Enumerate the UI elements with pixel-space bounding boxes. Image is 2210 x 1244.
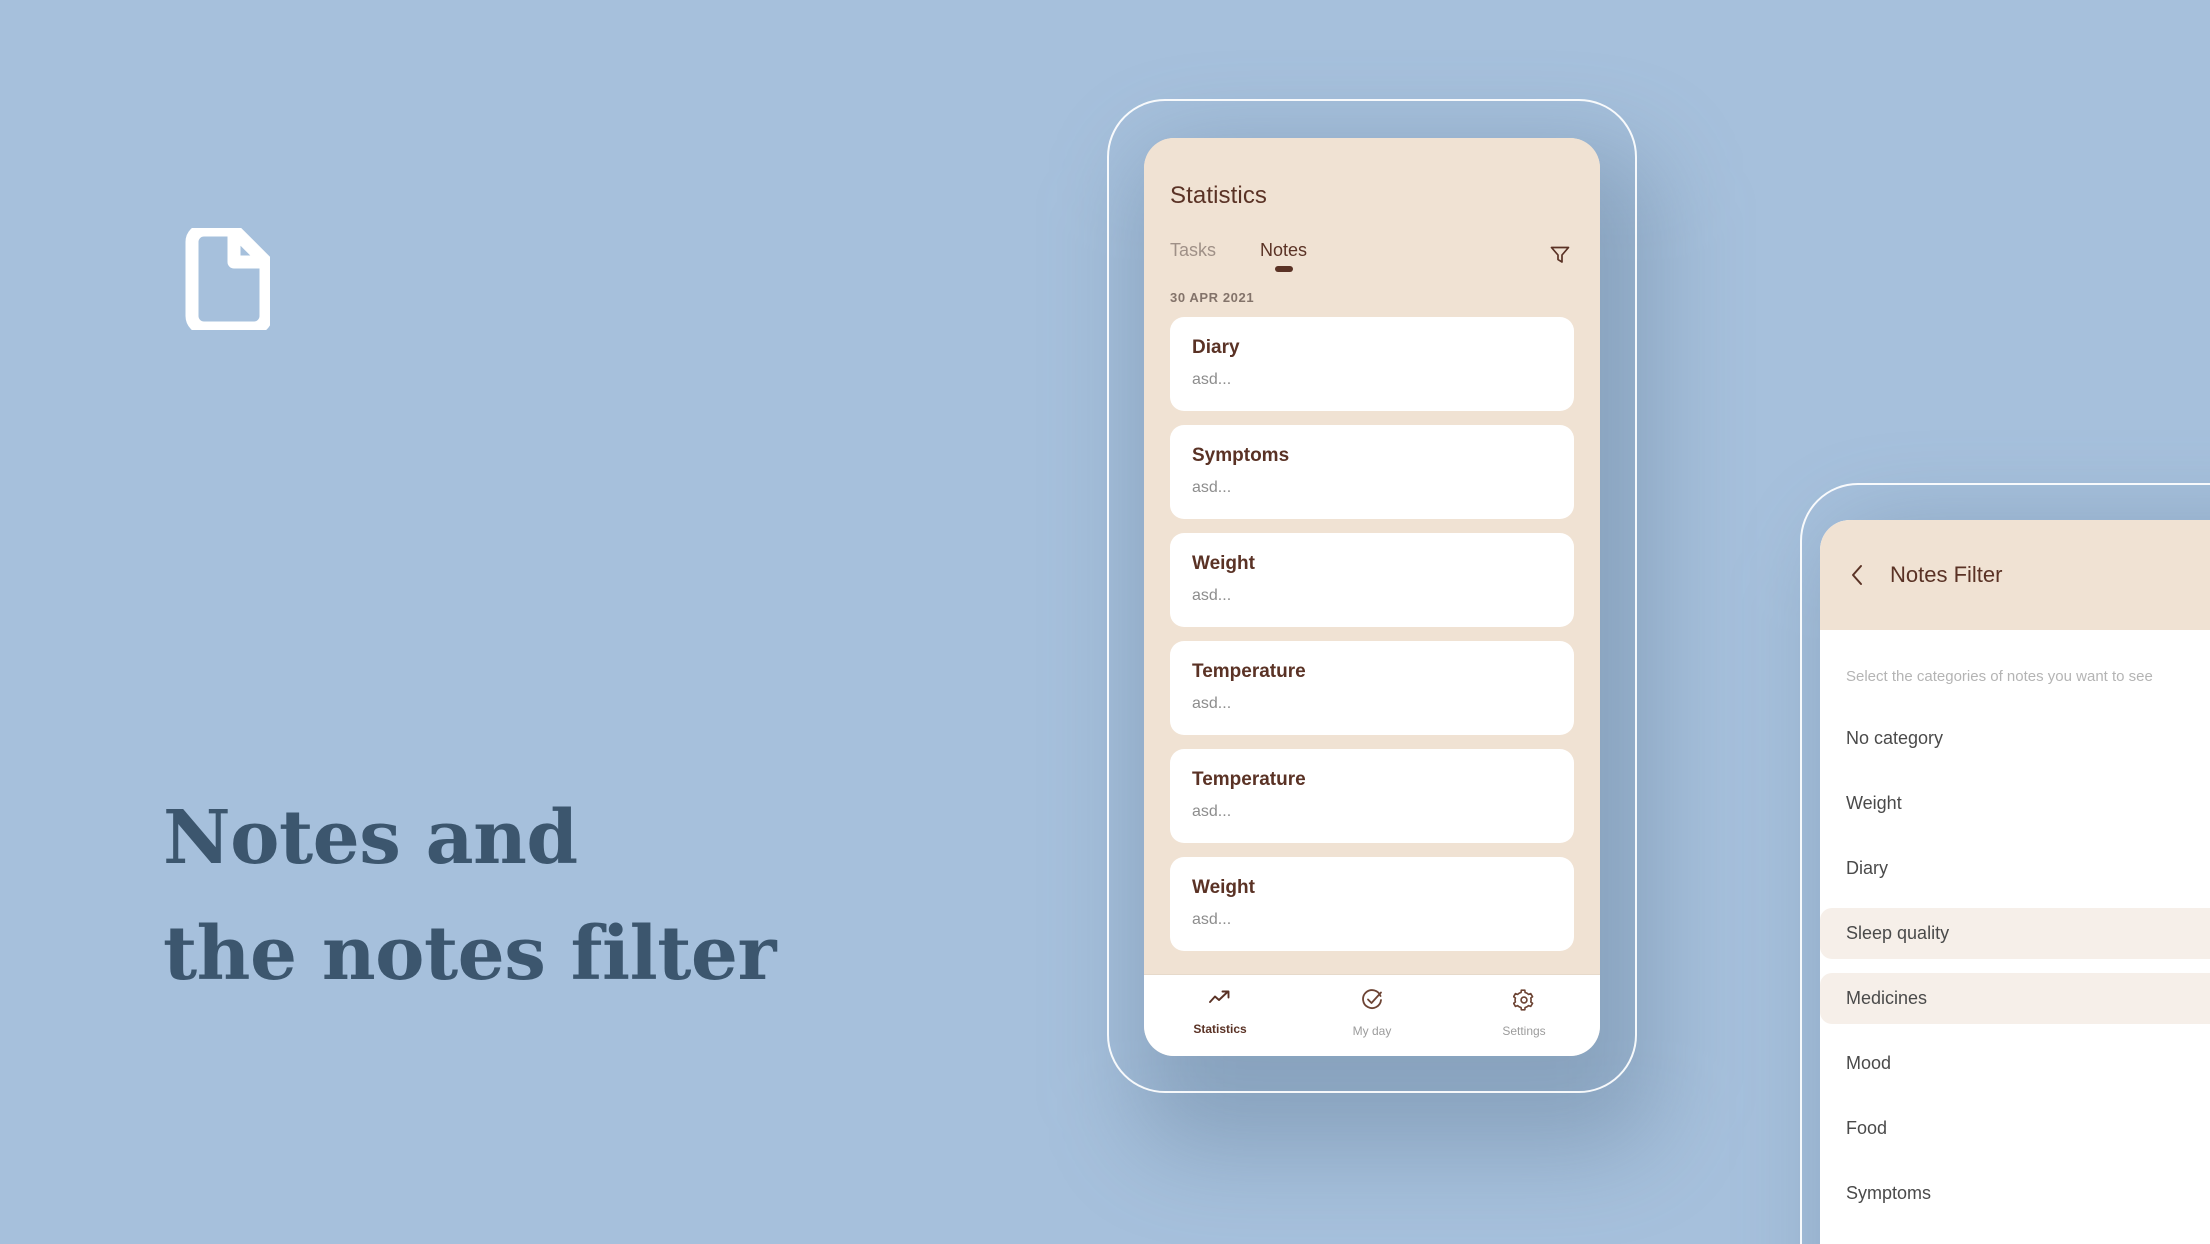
notes-filter-screen: Notes Filter Select the categories of no… <box>1820 520 2210 1244</box>
statistics-title: Statistics <box>1170 182 1268 209</box>
chevron-left-icon[interactable] <box>1846 562 1868 588</box>
note-title: Temperature <box>1192 661 1306 682</box>
nav-label-my-day: My day <box>1352 1024 1392 1038</box>
note-title: Weight <box>1192 553 1255 574</box>
trending-up-icon <box>1208 989 1232 1014</box>
filter-category-diary[interactable]: Diary <box>1820 843 2210 894</box>
document-icon <box>178 228 270 330</box>
promo-panel: Notes and the notes filter <box>0 0 1080 1244</box>
note-card[interactable]: Temperature asd... <box>1170 749 1574 843</box>
note-title: Weight <box>1192 877 1255 898</box>
nav-item-statistics[interactable]: Statistics <box>1144 989 1296 1038</box>
filter-category-no-category[interactable]: No category <box>1820 713 2210 764</box>
note-card[interactable]: Diary asd... <box>1170 317 1574 411</box>
filter-category-weight[interactable]: Weight <box>1820 778 2210 829</box>
tab-notes[interactable]: Notes <box>1260 240 1308 272</box>
tab-notes-label: Notes <box>1260 240 1308 260</box>
statistics-header: Statistics Tasks Notes 30 APR 2021 <box>1144 138 1600 317</box>
bottom-navigation: Statistics My day Settings <box>1144 975 1600 1056</box>
notes-filter-header: Notes Filter <box>1820 520 2210 630</box>
check-circle-icon <box>1361 989 1383 1016</box>
filter-category-symptoms[interactable]: Symptoms <box>1820 1168 2210 1219</box>
note-title: Symptoms <box>1192 445 1290 466</box>
nav-item-my-day[interactable]: My day <box>1296 989 1448 1038</box>
note-card[interactable]: Weight asd... <box>1170 533 1574 627</box>
page-title: Notes and the notes filter <box>163 795 776 997</box>
nav-label-statistics: Statistics <box>1193 1022 1247 1036</box>
note-preview: asd... <box>1192 911 1232 928</box>
funnel-icon[interactable] <box>1546 240 1574 268</box>
note-card[interactable]: Symptoms asd... <box>1170 425 1574 519</box>
gear-icon <box>1512 989 1535 1016</box>
statistics-screen: Statistics Tasks Notes 30 APR 2021 Diary… <box>1144 138 1600 1056</box>
nav-item-settings[interactable]: Settings <box>1448 989 1600 1038</box>
filter-category-food[interactable]: Food <box>1820 1103 2210 1154</box>
note-card[interactable]: Weight asd... <box>1170 857 1574 951</box>
note-preview: asd... <box>1192 803 1232 820</box>
note-preview: asd... <box>1192 371 1232 388</box>
note-preview: asd... <box>1192 479 1232 496</box>
notes-filter-title: Notes Filter <box>1890 562 2003 587</box>
nav-label-settings: Settings <box>1502 1024 1546 1038</box>
note-title: Diary <box>1192 337 1240 358</box>
filter-category-mood[interactable]: Mood <box>1820 1038 2210 1089</box>
filter-category-sleep-quality[interactable]: Sleep quality <box>1820 908 2210 959</box>
notes-filter-body: Select the categories of notes you want … <box>1820 630 2210 1244</box>
notes-filter-hint: Select the categories of notes you want … <box>1846 668 2153 685</box>
notes-list[interactable]: Diary asd... Symptoms asd... Weight asd.… <box>1144 317 1600 975</box>
note-preview: asd... <box>1192 695 1232 712</box>
tab-tasks-label: Tasks <box>1170 240 1217 260</box>
filter-category-medicines[interactable]: Medicines <box>1820 973 2210 1024</box>
note-title: Temperature <box>1192 769 1306 790</box>
note-card[interactable]: Temperature asd... <box>1170 641 1574 735</box>
tab-active-indicator <box>1274 266 1293 272</box>
note-preview: asd... <box>1192 587 1232 604</box>
statistics-tabs: Tasks Notes <box>1170 240 1574 272</box>
notes-date-label: 30 APR 2021 <box>1170 290 1255 305</box>
tab-tasks[interactable]: Tasks <box>1170 240 1216 267</box>
